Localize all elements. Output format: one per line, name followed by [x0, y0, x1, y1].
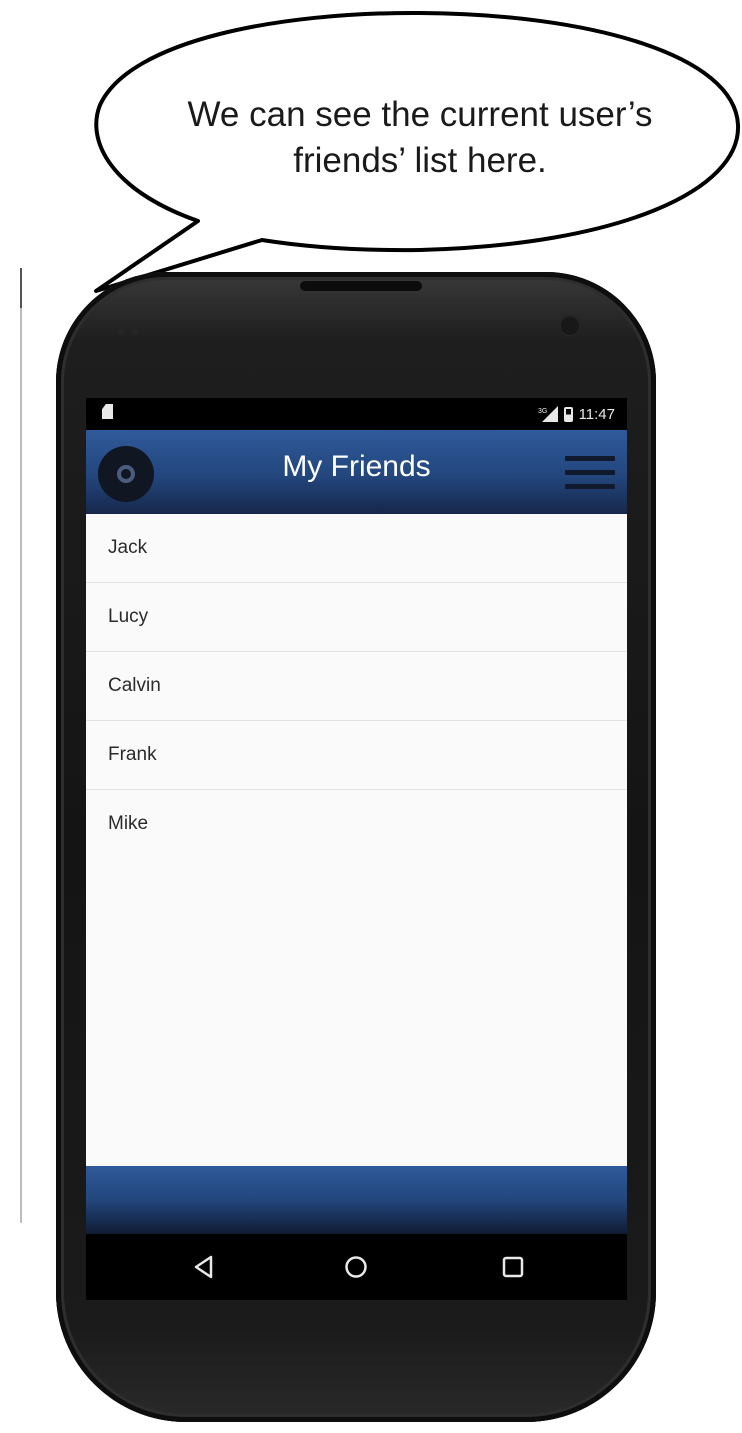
friend-list-item[interactable]: Mike — [86, 790, 627, 859]
left-guide-line — [20, 268, 22, 1223]
navigation-bar — [86, 1234, 627, 1300]
speaker-grille — [300, 281, 422, 291]
phone-screen: 3G 11:47 My Friends Jack Lucy Calvin Fra… — [86, 398, 627, 1300]
callout-text: We can see the current user’s friends’ l… — [130, 92, 710, 184]
hamburger-menu-icon[interactable] — [565, 454, 615, 492]
status-bar: 3G 11:47 — [86, 398, 627, 430]
bottom-toolbar — [86, 1166, 627, 1234]
front-camera-icon — [561, 317, 579, 335]
status-time: 11:47 — [578, 405, 615, 423]
friend-list-item[interactable]: Lucy — [86, 583, 627, 652]
friend-list-item[interactable]: Frank — [86, 721, 627, 790]
callout-line-1: We can see the current user’s — [187, 95, 653, 134]
friend-list: Jack Lucy Calvin Frank Mike — [86, 514, 627, 859]
sd-card-icon — [102, 404, 113, 419]
app-bar: My Friends — [86, 430, 627, 514]
status-indicators: 3G 11:47 — [536, 403, 615, 425]
friend-list-item[interactable]: Calvin — [86, 652, 627, 721]
home-icon[interactable] — [343, 1254, 369, 1280]
recents-icon[interactable] — [500, 1254, 526, 1280]
battery-icon — [563, 406, 573, 422]
friend-list-item[interactable]: Jack — [86, 514, 627, 583]
svg-text:3G: 3G — [538, 408, 547, 415]
back-icon[interactable] — [191, 1254, 217, 1280]
signal-icon: 3G — [538, 406, 558, 422]
sensor-dots — [118, 322, 148, 335]
page-title: My Friends — [282, 450, 431, 483]
callout-line-2: friends’ list here. — [293, 141, 547, 180]
